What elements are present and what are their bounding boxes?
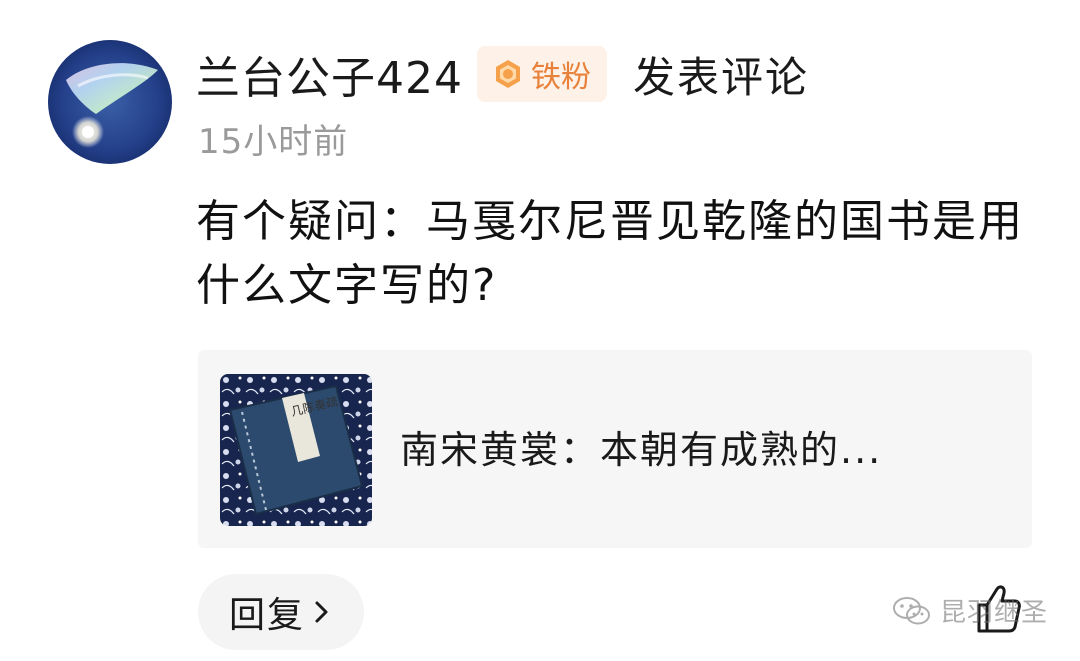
wechat-icon: [893, 596, 930, 624]
book-cover-thumbnail: 几陈奏疏: [220, 374, 372, 526]
avatar[interactable]: [48, 40, 172, 164]
reply-button[interactable]: 回复: [198, 574, 364, 650]
reply-label: 回复: [228, 595, 305, 636]
linked-post-title: 南宋黄裳：本朝有成熟的...: [400, 428, 883, 472]
fan-badge-label: 铁粉: [530, 60, 591, 95]
watermark: 昆羽继圣: [892, 592, 1048, 629]
comment-screen: 兰台公子424 铁粉 发表评论 15小时前 有个疑问：马戛尔尼晋见乾隆的国书是用…: [0, 0, 1080, 661]
watermark-text: 昆羽继圣: [940, 598, 1049, 628]
comment-time: 15小时前: [198, 122, 349, 162]
avatar-image: [48, 40, 172, 164]
fan-badge[interactable]: 铁粉: [476, 46, 607, 102]
comment-text: 有个疑问：马戛尔尼晋见乾隆的国书是用什么文字写的?: [196, 196, 1024, 311]
comment-action-text: 发表评论: [632, 52, 809, 102]
comment-header: 兰台公子424 铁粉 发表评论: [196, 42, 809, 106]
username[interactable]: 兰台公子424: [196, 42, 463, 106]
fan-badge-icon: [495, 60, 520, 88]
linked-post-card[interactable]: 几陈奏疏 南宋黄裳：本朝有成熟的...: [198, 350, 1032, 548]
chevron-right-icon: [315, 601, 328, 623]
